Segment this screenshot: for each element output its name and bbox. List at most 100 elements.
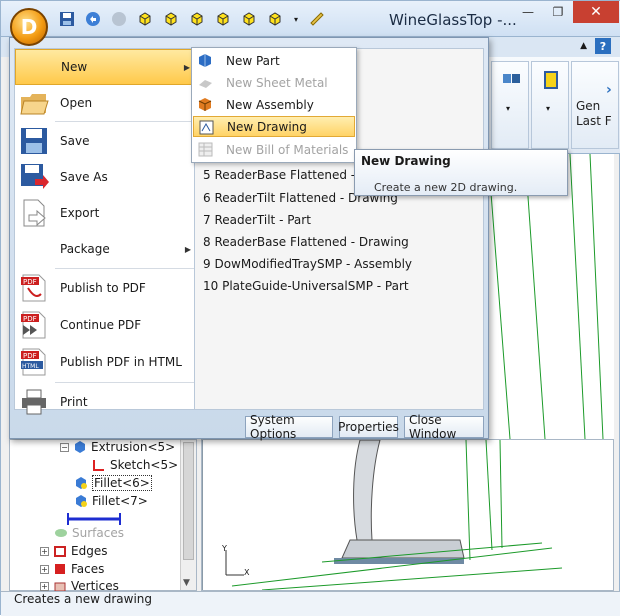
recent-item[interactable]: 9 DowModifiedTraySMP - Assembly: [203, 254, 473, 274]
drawing-icon: [199, 120, 214, 135]
undo-icon[interactable]: [83, 9, 103, 29]
save-icon[interactable]: [57, 9, 77, 29]
properties-button[interactable]: Properties: [338, 416, 399, 438]
menu-item-package[interactable]: Package ▶: [15, 231, 197, 267]
open-folder-icon: [19, 89, 49, 117]
redo-icon[interactable]: [109, 9, 129, 29]
chevron-right-icon: ▶: [184, 244, 191, 254]
tree-item-faces[interactable]: + Faces: [40, 560, 104, 578]
menu-item-open[interactable]: Open: [15, 85, 197, 121]
measure-icon[interactable]: [307, 9, 327, 29]
minimize-button[interactable]: —: [513, 1, 543, 23]
export-icon: [19, 199, 49, 227]
tree-scrollbar[interactable]: ▼: [180, 440, 196, 590]
ribbon-button-label: Gen: [576, 99, 601, 113]
application-menu-footer: System Options Properties Close Window: [10, 412, 488, 441]
cube-view-icon[interactable]: [265, 9, 285, 29]
assembly-icon: [503, 74, 520, 83]
ribbon-button-part[interactable]: ▾: [531, 61, 569, 149]
expand-icon[interactable]: +: [40, 581, 49, 591]
sheet-metal-icon: [198, 75, 213, 90]
cube-view-icon[interactable]: [239, 9, 259, 29]
application-menu-commands: New ▶ Open Save Save As Export Package ▶…: [14, 48, 198, 415]
fillet-icon: [74, 494, 88, 508]
tree-item-sketch[interactable]: Sketch<5>: [92, 456, 178, 474]
recent-item[interactable]: 8 ReaderBase Flattened - Drawing: [203, 232, 473, 252]
ribbon-panel: ▾ ▾ › Gen Last F: [486, 57, 620, 154]
chevron-right-icon: ▶: [183, 62, 190, 72]
ribbon-tab-controls: ▲ ?: [580, 38, 611, 54]
cube-view-icon[interactable]: [187, 9, 207, 29]
cube-view-icon[interactable]: [135, 9, 155, 29]
window-title: WineGlassTop -...: [389, 11, 517, 29]
chevron-down-icon: ▾: [506, 104, 511, 113]
chevron-down-icon[interactable]: ▾: [291, 9, 301, 29]
tree-item-edges[interactable]: + Edges: [40, 542, 107, 560]
pdf-icon: PDF: [19, 274, 49, 302]
axis-x-label: X: [244, 568, 250, 577]
chevron-down-icon: ▾: [546, 104, 551, 113]
status-text: Creates a new drawing: [14, 592, 152, 606]
recent-item[interactable]: 7 ReaderTilt - Part: [203, 210, 473, 230]
menu-separator: [55, 268, 195, 269]
status-bar: Creates a new drawing: [1, 591, 620, 616]
chevron-right-icon: ›: [606, 82, 612, 98]
save-as-icon: [19, 163, 49, 191]
svg-text:HTML: HTML: [22, 363, 39, 370]
save-icon: [19, 127, 49, 155]
graphics-viewport[interactable]: Y X: [201, 439, 614, 591]
menu-item-export[interactable]: Export: [15, 195, 197, 231]
menu-item-publish-pdf[interactable]: PDF Publish to PDF: [15, 270, 197, 306]
menu-item-new[interactable]: New ▶: [15, 49, 197, 85]
close-button[interactable]: ✕: [573, 1, 619, 23]
title-bar: ▾ WineGlassTop -... — ❐ ✕: [1, 1, 620, 37]
graphics-viewport-upper[interactable]: [485, 154, 614, 439]
help-icon[interactable]: ?: [595, 38, 611, 54]
close-window-button[interactable]: Close Window: [404, 413, 484, 441]
menu-item-save[interactable]: Save: [15, 123, 197, 159]
expand-icon[interactable]: +: [40, 564, 49, 574]
submenu-item-new-drawing[interactable]: New Drawing: [193, 116, 355, 137]
cube-view-icon[interactable]: [213, 9, 233, 29]
feature-tree[interactable]: − Extrusion<5> Sketch<5> Fillet<6> Fille…: [9, 438, 197, 593]
svg-text:PDF: PDF: [23, 278, 37, 286]
scroll-down-icon[interactable]: ▼: [183, 578, 190, 588]
system-options-button[interactable]: System Options: [245, 413, 333, 441]
cube-view-icon[interactable]: [161, 9, 181, 29]
submenu-item-new-bom: New Bill of Materials: [193, 139, 355, 160]
submenu-item-new-sheet-metal: New Sheet Metal: [193, 72, 355, 93]
scrollbar-thumb[interactable]: [183, 442, 194, 560]
new-submenu: New Part New Sheet Metal New Assembly Ne…: [191, 47, 357, 163]
continue-pdf-icon: PDF: [19, 311, 49, 339]
tree-item-fillet-7[interactable]: Fillet<7>: [74, 492, 148, 510]
restore-button[interactable]: ❐: [543, 1, 573, 23]
quick-access-toolbar: ▾: [57, 9, 327, 29]
menu-item-publish-pdf-html[interactable]: PDF HTML Publish PDF in HTML: [15, 344, 197, 380]
pdf-html-icon: PDF HTML: [19, 348, 49, 376]
application-button[interactable]: D: [10, 8, 48, 46]
submenu-item-new-assembly[interactable]: New Assembly: [193, 94, 355, 115]
ribbon-button-label: Last F: [576, 114, 612, 128]
extrusion-icon: [73, 440, 87, 454]
window-controls: — ❐ ✕: [513, 1, 619, 23]
chevron-up-icon[interactable]: ▲: [580, 41, 587, 51]
collapse-icon[interactable]: −: [60, 442, 69, 452]
tree-item-surfaces[interactable]: Surfaces: [54, 524, 124, 542]
ribbon-button-assembly[interactable]: ▾: [491, 61, 529, 149]
faces-icon: [53, 562, 67, 576]
tooltip-title: New Drawing: [361, 154, 451, 168]
menu-item-continue-pdf[interactable]: PDF Continue PDF: [15, 307, 197, 343]
svg-text:PDF: PDF: [23, 352, 37, 360]
fillet-icon: [74, 476, 88, 490]
expand-icon[interactable]: +: [40, 546, 49, 556]
tree-item-fillet-6[interactable]: Fillet<6>: [74, 474, 152, 492]
bill-of-materials-icon: [198, 142, 213, 157]
part-icon: [544, 71, 558, 89]
tree-item-extrusion[interactable]: − Extrusion<5>: [60, 438, 175, 456]
menu-separator: [55, 121, 195, 122]
menu-item-save-as[interactable]: Save As: [15, 159, 197, 195]
axis-y-label: Y: [222, 544, 227, 553]
submenu-item-new-part[interactable]: New Part: [193, 50, 355, 71]
recent-item[interactable]: 10 PlateGuide-UniversalSMP - Part: [203, 276, 473, 296]
menu-separator: [55, 382, 195, 383]
